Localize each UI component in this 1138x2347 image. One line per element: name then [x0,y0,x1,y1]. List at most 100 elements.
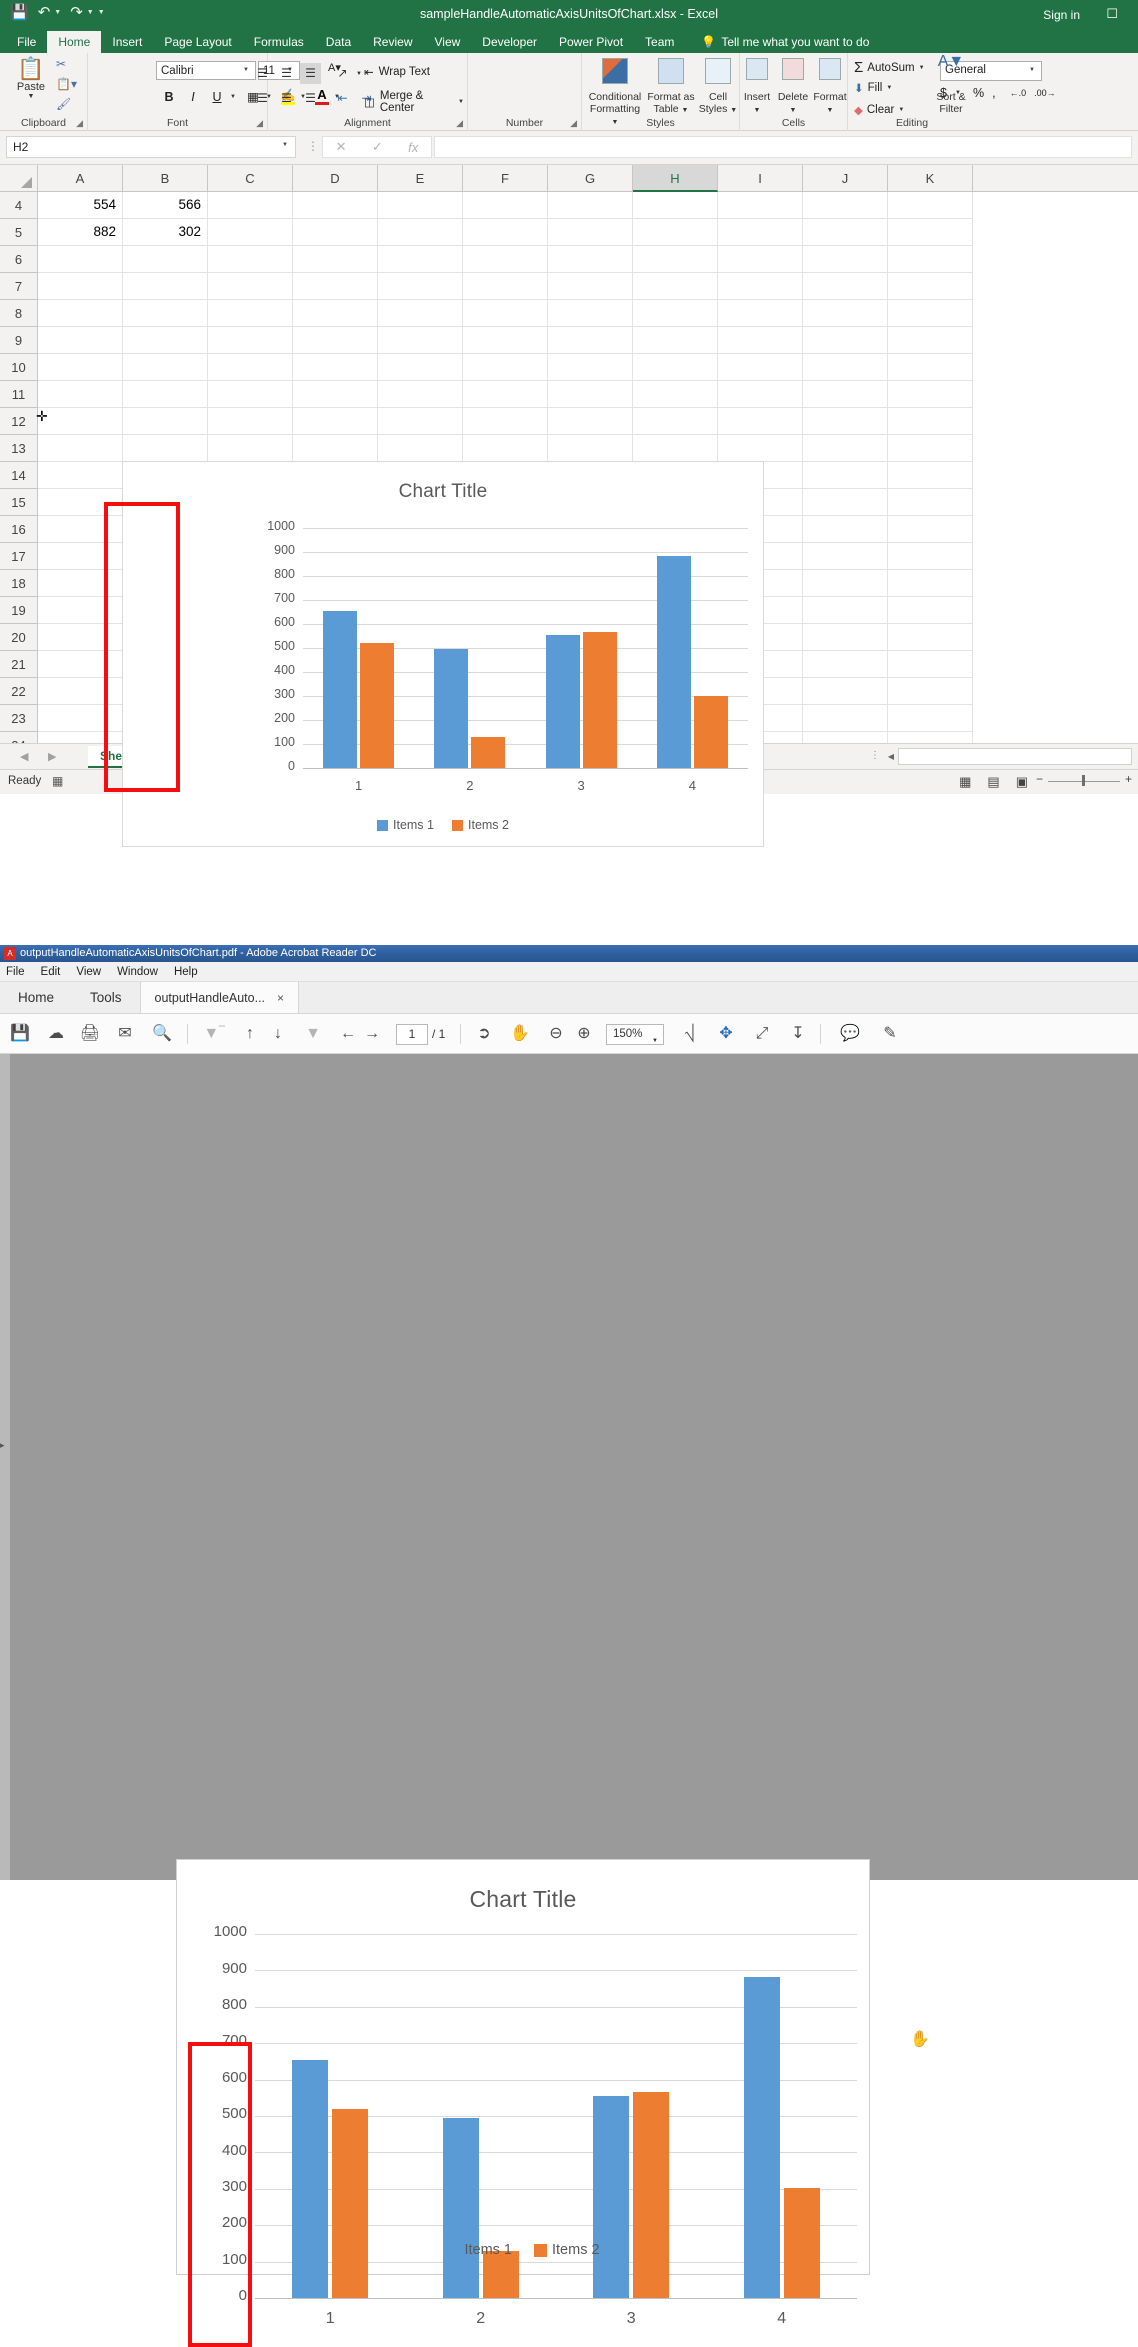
cell-K11[interactable] [888,381,973,408]
cell-E12[interactable] [378,408,463,435]
cell-styles-button[interactable]: Cell Styles ▼ [696,56,740,117]
format-as-table-dropdown-icon[interactable]: ▼ [682,107,689,114]
page-number-input[interactable]: 1 [396,1024,428,1045]
cell-J13[interactable] [803,435,888,462]
underline-button[interactable]: U [206,86,228,108]
merge-center-button[interactable]: ◫ Merge & Center ▼ [364,90,467,114]
navigation-pane-strip[interactable] [0,1054,10,1880]
cell-A12[interactable] [38,408,123,435]
normal-view-icon[interactable]: ▦ [959,774,971,790]
cell-C5[interactable] [208,219,293,246]
cell-I5[interactable] [718,219,803,246]
cell-B4[interactable]: 566 [123,192,208,219]
row-header-9[interactable]: 9 [0,327,37,354]
bar-items-2-1[interactable] [360,643,394,768]
autosum-button[interactable]: Σ AutoSum ▼ [854,59,929,76]
row-header-19[interactable]: 19 [0,597,37,624]
cell-D6[interactable] [293,246,378,273]
cell-C13[interactable] [208,435,293,462]
cell-H4[interactable] [633,192,718,219]
copy-icon[interactable]: 📋▾ [56,77,84,97]
select-all-corner[interactable] [0,165,38,192]
cell-F10[interactable] [463,354,548,381]
underline-dropdown-icon[interactable]: ▼ [230,94,240,100]
bar-items-2-4[interactable] [694,696,728,768]
hand-tool-icon[interactable]: ✋ [508,1023,532,1045]
cell-H10[interactable] [633,354,718,381]
tab-formulas[interactable]: Formulas [243,31,315,53]
align-top-icon[interactable]: ☰ [252,63,273,84]
row-header-14[interactable]: 14 [0,462,37,489]
bar-items-1-4[interactable] [657,556,691,768]
highlight-icon[interactable]: ✎ [878,1023,902,1045]
row-header-21[interactable]: 21 [0,651,37,678]
cell-H12[interactable] [633,408,718,435]
column-header-a[interactable]: A [38,165,123,192]
cell-J14[interactable] [803,462,888,489]
cell-K23[interactable] [888,705,973,732]
column-header-d[interactable]: D [293,165,378,192]
cell-styles-dropdown-icon[interactable]: ▼ [730,107,737,114]
cell-G5[interactable] [548,219,633,246]
cell-H5[interactable] [633,219,718,246]
cell-D7[interactable] [293,273,378,300]
cell-F9[interactable] [463,327,548,354]
cell-K17[interactable] [888,543,973,570]
paste-button[interactable]: 📋 Paste ▼ [8,57,54,100]
cell-A10[interactable] [38,354,123,381]
cell-E6[interactable] [378,246,463,273]
cell-G8[interactable] [548,300,633,327]
tab-home[interactable]: Home [47,31,101,53]
cell-J22[interactable] [803,678,888,705]
tab-view[interactable]: View [424,31,472,53]
cell-E13[interactable] [378,435,463,462]
align-middle-icon[interactable]: ☰ [276,63,297,84]
cell-E8[interactable] [378,300,463,327]
zoom-out-icon[interactable]: ⊖ [544,1023,568,1045]
cell-E10[interactable] [378,354,463,381]
cell-J7[interactable] [803,273,888,300]
page-break-preview-icon[interactable]: ▣ [1016,774,1028,790]
bar-items-1-2[interactable] [434,649,468,768]
zoom-in-icon[interactable]: ⊕ [572,1023,596,1045]
cell-K21[interactable] [888,651,973,678]
tab-power-pivot[interactable]: Power Pivot [548,31,634,53]
bar-items-2-3[interactable] [583,632,617,768]
cell-B9[interactable] [123,327,208,354]
cell-A6[interactable] [38,246,123,273]
cell-K9[interactable] [888,327,973,354]
cell-K10[interactable] [888,354,973,381]
column-header-f[interactable]: F [463,165,548,192]
cell-A14[interactable] [38,462,123,489]
scroll-track[interactable] [898,748,1132,765]
cell-A9[interactable] [38,327,123,354]
format-cells-button[interactable]: Format ▼ [812,56,848,117]
cell-C9[interactable] [208,327,293,354]
menu-window[interactable]: Window [117,966,158,978]
menu-file[interactable]: File [6,966,25,978]
fill-dropdown-icon[interactable]: ▼ [886,85,896,91]
close-tab-icon[interactable]: × [277,991,284,1005]
tab-data[interactable]: Data [315,31,362,53]
align-right-icon[interactable]: ☰ [300,88,321,109]
cell-G10[interactable] [548,354,633,381]
cell-J10[interactable] [803,354,888,381]
cell-A5[interactable]: 882 [38,219,123,246]
email-icon[interactable]: ✉ [113,1023,137,1045]
column-header-e[interactable]: E [378,165,463,192]
cell-K16[interactable] [888,516,973,543]
cell-G6[interactable] [548,246,633,273]
font-name-input[interactable]: Calibri [156,61,256,80]
zoom-in-button[interactable]: + [1125,772,1132,786]
cell-G4[interactable] [548,192,633,219]
insert-cells-button[interactable]: Insert ▼ [740,56,774,117]
cell-C12[interactable] [208,408,293,435]
cell-A7[interactable] [38,273,123,300]
bar-items-1-1[interactable] [292,2060,328,2298]
cell-B12[interactable] [123,408,208,435]
cell-E5[interactable] [378,219,463,246]
row-header-22[interactable]: 22 [0,678,37,705]
zoom-knob[interactable] [1082,775,1085,786]
print-icon[interactable]: 🖨 [78,1023,102,1045]
first-page-icon[interactable]: ▼‾ [202,1023,226,1045]
